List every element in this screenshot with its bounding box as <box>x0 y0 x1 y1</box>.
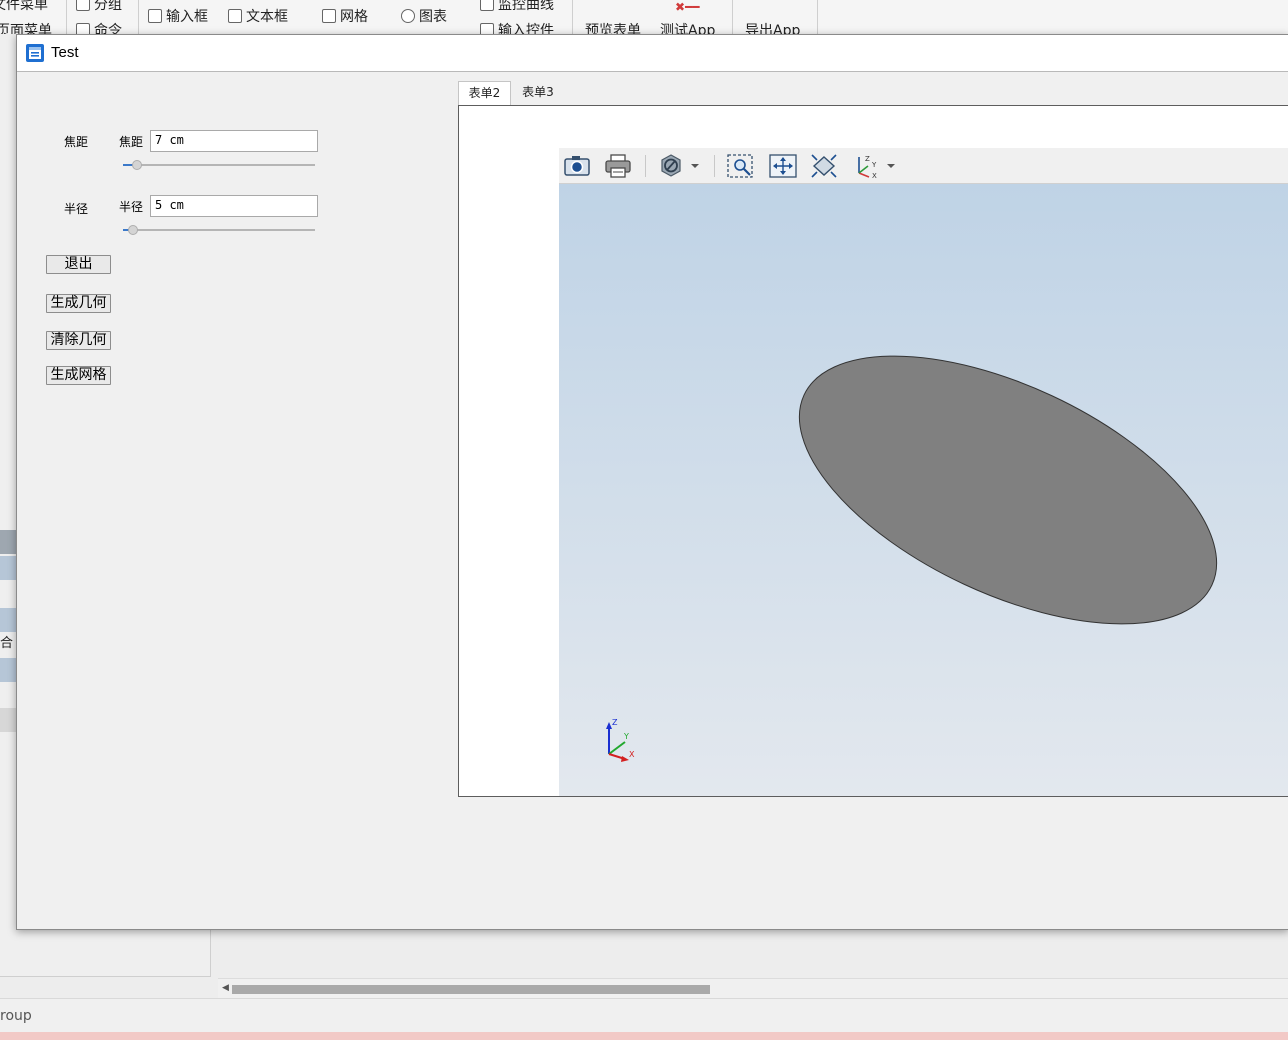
fit-view-icon[interactable] <box>809 153 839 179</box>
mesh-icon <box>322 9 336 23</box>
radius-slider[interactable] <box>123 223 315 237</box>
ribbon-command[interactable]: 命令 <box>76 20 122 34</box>
build-mesh-button[interactable]: 生成网格 <box>46 366 111 385</box>
test-app-icon: ✖━━ <box>675 0 700 14</box>
chart-icon <box>401 9 415 23</box>
slider-track <box>123 229 315 231</box>
ribbon-text-box[interactable]: 文本框 <box>228 6 288 26</box>
ribbon-monitor-curve[interactable]: 监控曲线 <box>480 0 554 14</box>
triad-y-label: Y <box>623 732 629 741</box>
focal-length-input[interactable]: 7 cm <box>150 130 318 152</box>
status-bar: roup <box>0 998 1288 1033</box>
ribbon-separator <box>732 0 733 34</box>
print-icon[interactable] <box>603 153 633 179</box>
svg-text:X: X <box>872 172 877 179</box>
tab-form-3[interactable]: 表单3 <box>513 81 563 105</box>
ribbon-input-control[interactable]: 输入控件 <box>480 20 554 34</box>
test-dialog: Test 焦距 焦距 7 cm 半径 半径 5 cm 退出 生成几何 清除几何 … <box>16 34 1288 930</box>
monitor-curve-icon <box>480 0 494 11</box>
axis-orientation-icon[interactable]: Z Y X <box>851 153 897 180</box>
geometry-ellipse[interactable] <box>760 301 1256 680</box>
ribbon-separator <box>817 0 818 34</box>
ribbon-file-menu[interactable]: 文件菜单 <box>0 0 48 14</box>
tab-form-2[interactable]: 表单2 <box>458 81 511 105</box>
ribbon-separator <box>572 0 573 34</box>
focal-group-label: 焦距 <box>64 135 89 149</box>
ribbon-preview-form[interactable]: 预览表单 <box>585 20 641 34</box>
radius-group-label: 半径 <box>64 202 89 216</box>
taskbar-strip <box>0 1032 1288 1040</box>
ribbon-separator <box>138 0 139 34</box>
exit-button[interactable]: 退出 <box>46 255 111 274</box>
zoom-extents-icon[interactable] <box>768 153 798 179</box>
scroll-left-arrow-icon[interactable]: ◀ <box>222 983 229 993</box>
title-bar[interactable]: Test <box>17 35 1288 72</box>
focal-length-slider[interactable] <box>123 158 315 172</box>
ribbon-separator <box>66 0 67 34</box>
bg-list-row <box>0 708 16 732</box>
zoom-box-icon[interactable] <box>726 153 756 179</box>
text-box-icon <box>228 9 242 23</box>
svg-text:Y: Y <box>871 161 877 169</box>
svg-text:Z: Z <box>865 155 870 163</box>
ribbon-test-app[interactable]: 测试App <box>660 20 715 34</box>
toolbar-separator <box>714 155 715 177</box>
app-icon <box>26 44 44 62</box>
triad-z-label: Z <box>612 718 618 727</box>
scrollbar-thumb[interactable] <box>232 985 710 994</box>
graphics-toolbar: Z Y X <box>559 148 1288 184</box>
slider-thumb[interactable] <box>128 225 138 235</box>
radius-input[interactable]: 5 cm <box>150 195 318 217</box>
build-geometry-button[interactable]: 生成几何 <box>46 294 111 313</box>
background-ribbon: 文件菜单 页面菜单 分组 命令 输入框 文本框 网格 图表 监控曲线 输入控件 … <box>0 0 1288 35</box>
background-left-pane <box>0 928 211 977</box>
form-2-panel: Z Y X Z Y X <box>458 105 1288 797</box>
hide-icon[interactable] <box>656 153 702 179</box>
bg-list-row <box>0 658 16 682</box>
ribbon-group[interactable]: 分组 <box>76 0 122 14</box>
bg-list-row <box>0 608 16 632</box>
axis-triad: Z Y X <box>606 718 635 762</box>
slider-thumb[interactable] <box>132 160 142 170</box>
bg-list-row-label: 合 <box>0 636 14 651</box>
window-title: Test <box>51 44 79 61</box>
ribbon-chart[interactable]: 图表 <box>401 6 447 26</box>
slider-track <box>123 164 315 166</box>
bg-list-row <box>0 530 16 554</box>
ribbon-mesh[interactable]: 网格 <box>322 6 368 26</box>
focal-field-label: 焦距 <box>119 135 144 149</box>
background-left-strip: 合 <box>0 34 16 1000</box>
ribbon-export-app[interactable]: 导出App <box>745 20 800 34</box>
input-box-icon <box>148 9 162 23</box>
camera-icon[interactable] <box>562 153 592 179</box>
triad-x-label: X <box>629 750 635 759</box>
radius-field-label: 半径 <box>119 200 144 214</box>
horizontal-scrollbar[interactable]: ◀ <box>218 978 1288 999</box>
toolbar-separator <box>645 155 646 177</box>
status-text: roup <box>0 1008 32 1024</box>
bg-list-row <box>0 556 16 580</box>
clear-geometry-button[interactable]: 清除几何 <box>46 331 111 350</box>
group-icon <box>76 0 90 11</box>
ribbon-input-box[interactable]: 输入框 <box>148 6 208 26</box>
graphics-viewport[interactable]: Z Y X <box>559 184 1288 796</box>
ribbon-page-menu[interactable]: 页面菜单 <box>0 20 52 34</box>
